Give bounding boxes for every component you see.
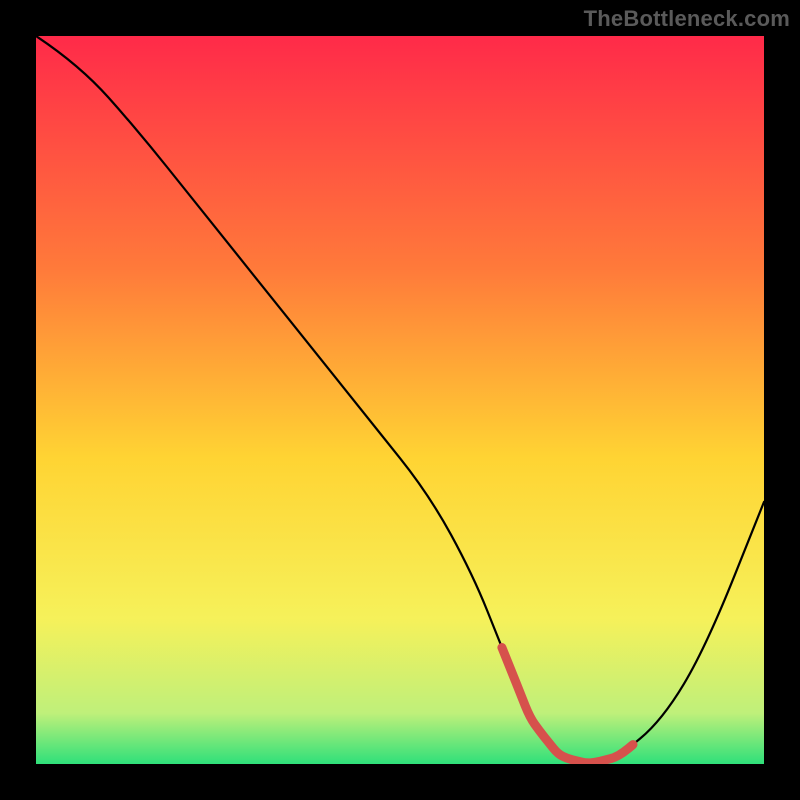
plot-area [36, 36, 764, 764]
chart-svg [36, 36, 764, 764]
chart-frame: TheBottleneck.com [0, 0, 800, 800]
watermark-label: TheBottleneck.com [584, 6, 790, 32]
gradient-background [36, 36, 764, 764]
